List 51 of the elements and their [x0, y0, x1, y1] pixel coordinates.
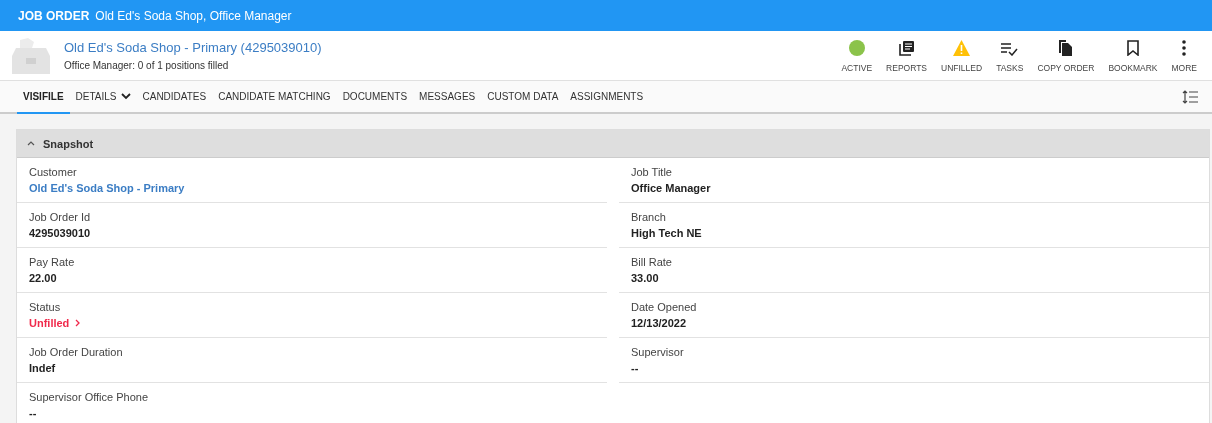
module-label: JOB ORDER: [18, 8, 90, 23]
toolbar-action[interactable]: REPORTS: [879, 39, 935, 73]
chevron-right-icon: [75, 319, 81, 327]
customer-link[interactable]: Old Ed's Soda Shop - Primary: [29, 182, 607, 194]
field-label: Job Title: [631, 166, 673, 178]
toolbar-action[interactable]: MORE: [1164, 39, 1204, 73]
tab[interactable]: MESSAGES: [413, 81, 482, 114]
field-label: Pay Rate: [29, 256, 76, 268]
toolbar-action[interactable]: COPY ORDER: [1030, 38, 1102, 73]
field-value: 22.00: [29, 272, 58, 284]
tab[interactable]: CUSTOM DATA: [481, 81, 565, 114]
field-label: Bill Rate: [631, 256, 673, 268]
field-value: --: [631, 362, 640, 374]
copy-icon: [1058, 38, 1074, 56]
field-label: Job Order Duration: [29, 346, 124, 358]
reports-icon: [898, 39, 915, 56]
record-subtitle: Office Manager: 0 of 1 positions filled: [64, 60, 230, 71]
field-label: Supervisor: [631, 346, 685, 358]
checklist-icon: [1001, 41, 1019, 56]
toolbar-action[interactable]: UNFILLED: [934, 39, 990, 73]
window-title: Old Ed's Soda Shop, Office Manager: [95, 8, 292, 23]
tab[interactable]: CANDIDATE MATCHING: [212, 81, 337, 114]
line-spacing-icon[interactable]: [1182, 89, 1198, 104]
tab[interactable]: DETAILS: [69, 81, 137, 114]
field-label: Date Opened: [631, 301, 698, 313]
field-value: 33.00: [631, 272, 660, 284]
toolbar-action[interactable]: ACTIVE: [834, 39, 880, 73]
field-value: 12/13/2022: [631, 317, 688, 329]
status-link[interactable]: Unfilled: [29, 317, 70, 329]
field-label: Branch: [631, 211, 667, 223]
tab[interactable]: ASSIGNMENTS: [564, 81, 650, 114]
tab[interactable]: CANDIDATES: [136, 81, 213, 114]
field-value: Indef: [29, 362, 57, 374]
field-label: Supervisor Office Phone: [29, 391, 150, 403]
field-label: Job Order Id: [29, 211, 92, 223]
field-value: Office Manager: [631, 182, 712, 194]
field-value: 4295039010: [29, 227, 92, 239]
field-value: High Tech NE: [631, 227, 703, 239]
bookmark-icon: [1126, 39, 1139, 56]
chevron-up-icon[interactable]: [27, 141, 35, 146]
tab[interactable]: VISIFILE: [17, 81, 70, 114]
more-icon: [1182, 39, 1187, 56]
field-value: --: [29, 407, 38, 419]
chevron-down-icon: [120, 93, 131, 100]
field-label: Status: [29, 301, 62, 313]
panel-title: Snapshot: [43, 137, 94, 150]
toolbar-action[interactable]: BOOKMARK: [1101, 39, 1165, 73]
field-label: Customer: [29, 166, 78, 178]
tab[interactable]: DOCUMENTS: [336, 81, 414, 114]
toolbar-action[interactable]: TASKS: [989, 41, 1031, 73]
record-title[interactable]: Old Ed's Soda Shop - Primary (4295039010): [64, 40, 835, 55]
